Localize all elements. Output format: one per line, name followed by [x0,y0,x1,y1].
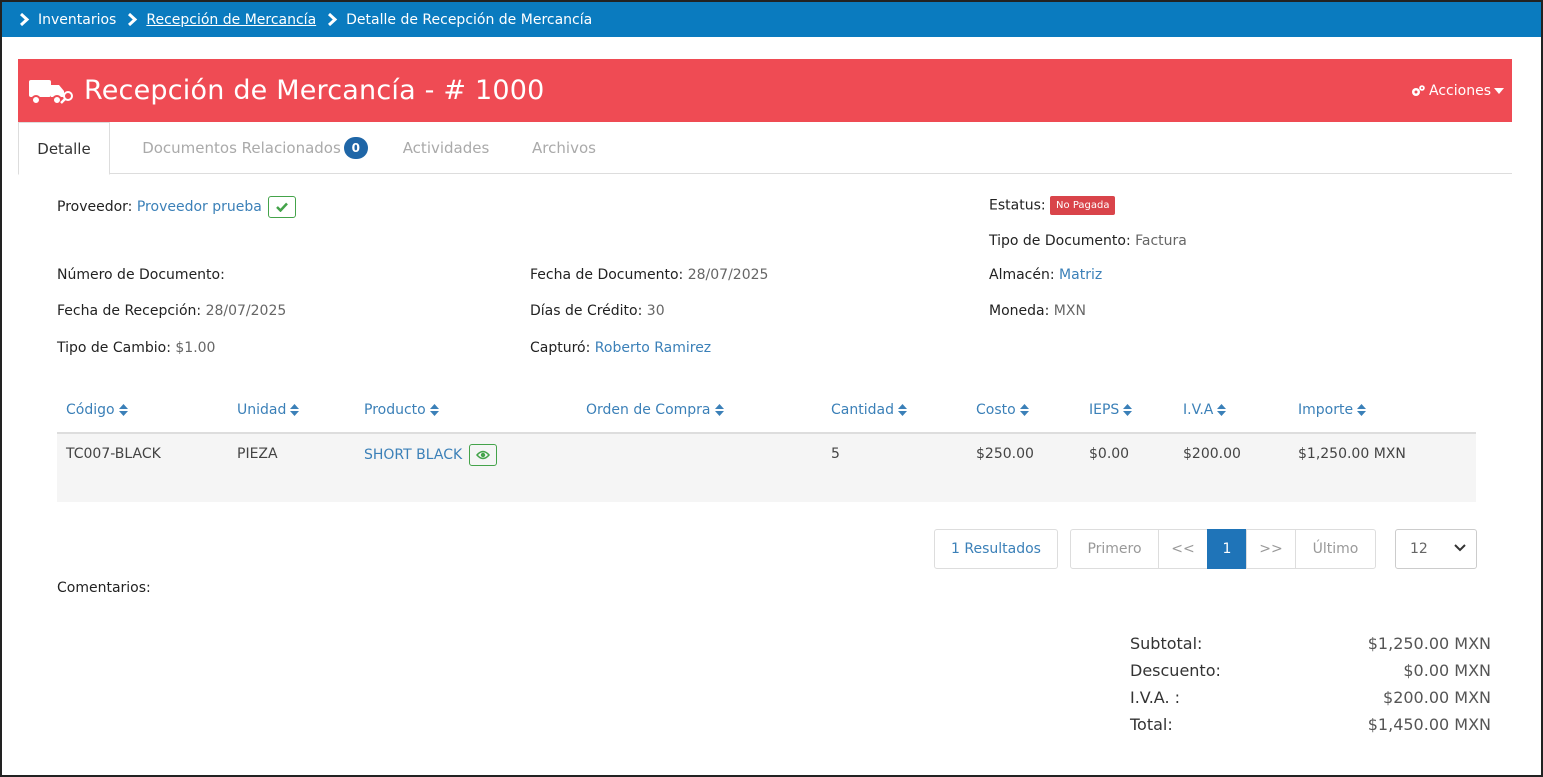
field-fecha-documento: Fecha de Documento: 28/07/2025 [530,267,769,283]
cell-costo: $250.00 [976,446,1034,462]
sort-icon [290,404,300,416]
breadcrumb-recepcion[interactable]: Recepción de Mercancía [146,12,316,28]
field-tipo-documento: Tipo de Documento: Factura [989,233,1187,249]
col-header-importe[interactable]: Importe [1298,402,1367,418]
cell-codigo: TC007-BLACK [66,446,161,462]
page-frame: Inventarios Recepción de Mercancía Detal… [0,0,1543,777]
field-dias-credito: Días de Crédito: 30 [530,303,665,319]
descuento-label: Descuento: [1130,661,1221,680]
field-estatus: Estatus: No Pagada [989,196,1116,215]
col-header-cantidad[interactable]: Cantidad [831,402,907,418]
tab-bar: Detalle Documentos Relacionados 0 Activi… [18,122,1512,175]
page-first-button[interactable]: Primero [1070,529,1159,569]
total-value: $1,450.00 MXN [1367,715,1491,734]
cell-ieps: $0.00 [1089,446,1130,462]
field-proveedor: Proveedor: Proveedor prueba [57,196,297,218]
comentarios-label: Comentarios: [57,580,151,596]
sort-icon [1123,404,1133,416]
breadcrumb-inventarios[interactable]: Inventarios [38,12,116,28]
tab-documentos-label: Documentos Relacionados [142,139,341,157]
col-header-producto[interactable]: Producto [364,402,439,418]
col-header-codigo[interactable]: Código [66,402,128,418]
table-row [57,434,1476,502]
check-icon[interactable] [268,196,297,218]
acciones-dropdown[interactable]: Acciones [1410,83,1504,99]
proveedor-link[interactable]: Proveedor prueba [137,199,262,215]
tab-archivos-label: Archivos [532,139,596,157]
tab-documentos-relacionados[interactable]: Documentos Relacionados 0 [130,122,380,174]
field-numero-documento: Número de Documento: [57,267,225,283]
field-moneda: Moneda: MXN [989,303,1086,319]
chevron-down-icon [1454,543,1466,553]
chevron-right-icon [324,13,340,26]
page-prev-button[interactable]: << [1158,529,1208,569]
chevron-right-icon [16,13,32,26]
results-count: 1 Resultados [934,529,1058,569]
iva-label: I.V.A. : [1130,688,1180,707]
producto-link[interactable]: SHORT BLACK [364,447,462,463]
sort-icon [118,404,128,416]
field-almacen: Almacén: Matriz [989,267,1103,283]
descuento-value: $0.00 MXN [1403,661,1491,680]
sort-icon [1217,404,1227,416]
sort-icon [1019,404,1029,416]
field-capturo: Capturó: Roberto Ramirez [530,340,712,356]
page-current-button[interactable]: 1 [1207,529,1247,569]
tab-archivos[interactable]: Archivos [524,122,604,174]
page-last-button[interactable]: Último [1295,529,1376,569]
breadcrumb: Inventarios Recepción de Mercancía Detal… [2,2,1541,37]
page-size-select[interactable]: 12 [1395,529,1477,569]
acciones-label: Acciones [1429,83,1491,99]
sort-icon [897,404,907,416]
field-fecha-recepcion: Fecha de Recepción: 28/07/2025 [57,303,287,319]
sort-icon [1357,404,1367,416]
sort-icon [714,404,724,416]
tab-actividades-label: Actividades [402,139,490,157]
status-badge: No Pagada [1050,196,1116,215]
col-header-iva[interactable]: I.V.A [1183,402,1227,418]
page-size-value: 12 [1410,541,1428,557]
breadcrumb-detalle: Detalle de Recepción de Mercancía [346,11,593,28]
page-next-button[interactable]: >> [1246,529,1296,569]
cell-importe: $1,250.00 MXN [1298,446,1406,462]
cell-cantidad: 5 [831,446,840,462]
caret-down-icon [1494,88,1504,94]
col-header-costo[interactable]: Costo [976,402,1029,418]
subtotal-value: $1,250.00 MXN [1367,634,1491,653]
count-badge: 0 [343,137,368,159]
tab-actividades[interactable]: Actividades [398,122,494,174]
total-label: Total: [1130,715,1173,734]
chevron-right-icon [124,13,140,26]
capturo-link[interactable]: Roberto Ramirez [595,340,711,356]
sort-icon [429,404,439,416]
truck-icon [28,74,78,108]
col-header-orden-compra[interactable]: Orden de Compra [586,402,724,418]
cell-unidad: PIEZA [237,446,278,462]
tab-detalle-label: Detalle [37,139,91,158]
page-header: Recepción de Mercancía - # 1000 Acciones [18,59,1512,122]
col-header-unidad[interactable]: Unidad [237,402,300,418]
cell-producto: SHORT BLACK [364,444,497,466]
field-tipo-cambio: Tipo de Cambio: $1.00 [57,340,216,356]
col-header-ieps[interactable]: IEPS [1089,402,1133,418]
almacen-link[interactable]: Matriz [1059,267,1102,283]
tab-detalle[interactable]: Detalle [18,122,110,175]
subtotal-label: Subtotal: [1130,634,1203,653]
page-title: Recepción de Mercancía - # 1000 [84,75,545,106]
iva-value: $200.00 MXN [1383,688,1491,707]
cell-iva: $200.00 [1183,446,1241,462]
eye-icon[interactable] [468,444,497,466]
gears-icon [1410,84,1426,98]
